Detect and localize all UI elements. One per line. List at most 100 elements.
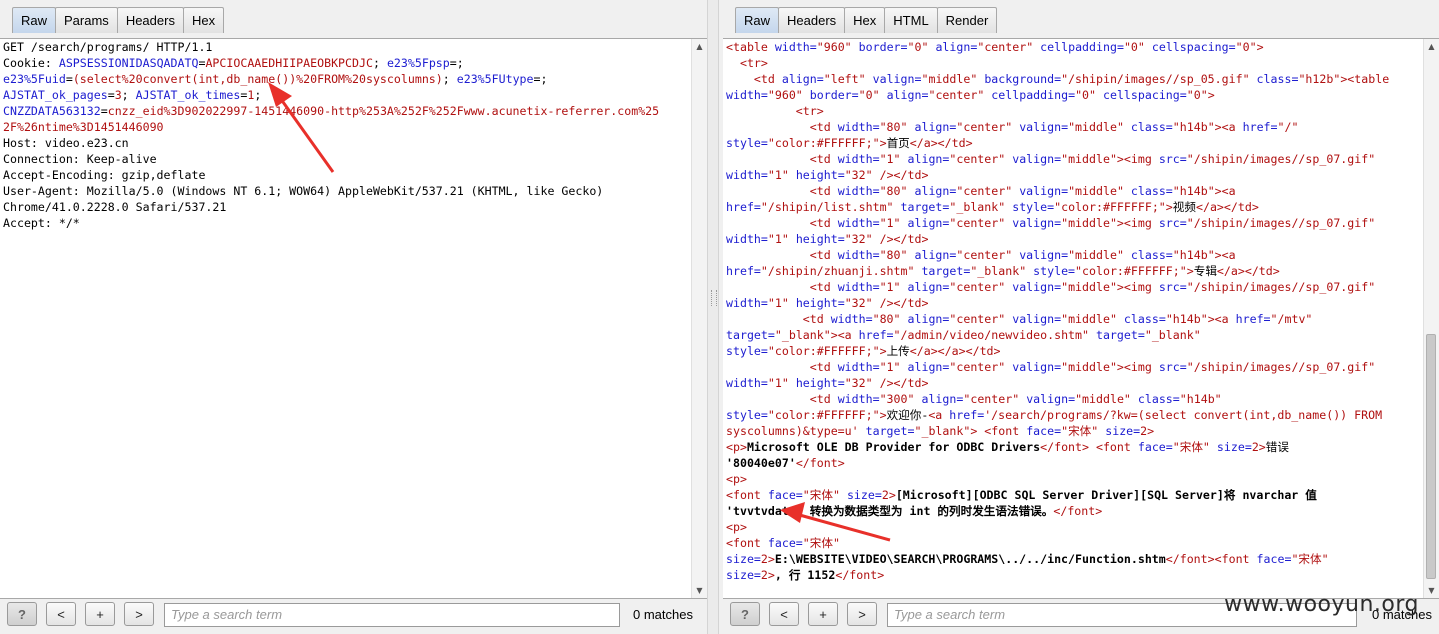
code-token: align= <box>921 392 964 406</box>
code-token: "h14b"><a <box>1172 248 1236 262</box>
response-tab-render[interactable]: Render <box>936 7 998 33</box>
code-token: APCIOCAAEDHIIPAEOBKPCDJC <box>205 56 373 70</box>
request-editor[interactable]: GET /search/programs/ HTTP/1.1 Cookie: AS… <box>0 38 707 599</box>
request-tab-params[interactable]: Params <box>55 7 118 33</box>
response-next-button[interactable]: > <box>847 602 877 626</box>
code-token: "middle"> <box>1061 360 1124 374</box>
response-tab-headers[interactable]: Headers <box>778 7 846 33</box>
code-token: background= <box>984 72 1062 86</box>
code-line: <p> <box>726 519 1423 535</box>
code-token: <td <box>726 152 838 166</box>
request-prev-button[interactable]: < <box>46 602 76 626</box>
code-token: <td <box>726 360 838 374</box>
scroll-down-icon[interactable]: ▼ <box>1424 583 1439 598</box>
splitter-grip-icon[interactable] <box>711 290 717 306</box>
request-tab-headers[interactable]: Headers <box>116 7 184 33</box>
request-tab-hex[interactable]: Hex <box>182 7 225 33</box>
response-scrollbar[interactable]: ▲ ▼ <box>1423 39 1439 598</box>
response-tabs: Raw Headers Hex HTML Render <box>735 7 998 33</box>
code-token: <td <box>726 248 838 262</box>
code-token: <font <box>726 488 768 502</box>
code-token: "h14b" <box>1179 392 1222 406</box>
code-token: valign= <box>1019 248 1069 262</box>
code-line: style="color:#FFFFFF;">首页</a></td> <box>726 135 1423 151</box>
code-token: height= <box>795 296 845 310</box>
code-line: '80040e07'</font> <box>726 455 1423 471</box>
code-token: "center" <box>928 88 992 102</box>
code-token: =; <box>533 72 548 86</box>
response-tab-hex[interactable]: Hex <box>844 7 886 33</box>
response-tab-html[interactable]: HTML <box>884 7 938 33</box>
scroll-up-icon[interactable]: ▲ <box>692 39 707 54</box>
code-token: /></td> <box>879 296 929 310</box>
code-token: <td <box>726 72 782 86</box>
code-line: Chrome/41.0.2228.0 Safari/537.21 <box>3 199 691 215</box>
code-token: </a></td> <box>909 136 973 150</box>
code-token: "middle" <box>1068 248 1131 262</box>
code-token: AJSTAT_ok_pages <box>3 88 108 102</box>
pane-splitter[interactable] <box>707 0 719 634</box>
request-next-button[interactable]: > <box>124 602 154 626</box>
code-token: "/shipin/images//sp_07.gif" <box>1186 280 1376 294</box>
code-token: "0" <box>1075 88 1103 102</box>
code-token: "0" <box>907 40 936 54</box>
code-token: style= <box>1012 200 1055 214</box>
code-token: <font <box>726 536 768 550</box>
code-token: "80" <box>872 312 908 326</box>
scroll-thumb[interactable] <box>1426 334 1436 579</box>
request-tab-raw[interactable]: Raw <box>12 7 57 33</box>
code-token: <img <box>1123 152 1159 166</box>
code-token: href= <box>949 408 985 422</box>
request-help-button[interactable]: ? <box>7 602 37 626</box>
code-token: "0" <box>858 88 887 102</box>
code-token: align= <box>907 360 950 374</box>
code-token: width= <box>726 376 768 390</box>
scroll-down-icon[interactable]: ▼ <box>692 583 707 598</box>
code-token: class= <box>1130 184 1173 198</box>
code-token: 视频 <box>1172 200 1196 214</box>
code-token: "/shipin/zhuanji.shtm" <box>760 264 922 278</box>
code-token: class= <box>1137 392 1180 406</box>
response-prev-button[interactable]: < <box>769 602 799 626</box>
code-token: = <box>100 104 108 118</box>
request-add-button[interactable]: + <box>85 602 115 626</box>
code-token: width= <box>726 296 768 310</box>
code-token: width= <box>837 120 880 134</box>
code-token: Chrome/41.0.2228.0 Safari/537.21 <box>3 200 227 214</box>
code-token: href= <box>1235 312 1271 326</box>
code-token: "32" <box>844 168 880 182</box>
code-token: "middle" <box>1075 392 1138 406</box>
response-help-button[interactable]: ? <box>730 602 760 626</box>
code-token: "1" <box>879 152 908 166</box>
code-line: Connection: Keep-alive <box>3 151 691 167</box>
code-token: valign= <box>1012 280 1062 294</box>
code-line: target="_blank"><a href="/admin/video/ne… <box>726 327 1423 343</box>
code-line: 'tvvtvdata' 转换为数据类型为 int 的列时发生语法错误。</fon… <box>726 503 1423 519</box>
code-token: <td <box>726 280 838 294</box>
code-token: align= <box>907 216 950 230</box>
code-token: size= <box>726 568 761 582</box>
code-token: width= <box>837 360 880 374</box>
response-editor[interactable]: <table width="960" border="0" align="cen… <box>723 38 1439 599</box>
code-line: width="1" height="32" /></td> <box>726 295 1423 311</box>
code-token: = <box>107 88 115 102</box>
code-token: href= <box>1242 120 1278 134</box>
response-add-button[interactable]: + <box>808 602 838 626</box>
request-search-input[interactable]: Type a search term <box>164 603 620 627</box>
code-token: /></td> <box>879 232 929 246</box>
code-token: 2> <box>1251 440 1266 454</box>
code-token: class= <box>1130 120 1173 134</box>
code-token: "middle" <box>1068 184 1131 198</box>
request-scrollbar[interactable]: ▲ ▼ <box>691 39 707 598</box>
response-text[interactable]: <table width="960" border="0" align="cen… <box>726 39 1423 583</box>
response-tab-raw[interactable]: Raw <box>735 7 780 33</box>
request-matches-count: 0 matches <box>633 607 693 622</box>
code-token: "32" <box>844 296 880 310</box>
request-text[interactable]: GET /search/programs/ HTTP/1.1 Cookie: AS… <box>3 39 691 231</box>
code-token: =; <box>449 56 464 70</box>
code-line: 2F%26ntime%3D1451446090 <box>3 119 691 135</box>
code-token: 'tvvtvdata' 转换为数据类型为 int 的列时发生语法错误。 <box>726 504 1054 518</box>
code-token: src= <box>1158 280 1187 294</box>
code-token: "middle"> <box>1061 152 1124 166</box>
scroll-up-icon[interactable]: ▲ <box>1424 39 1439 54</box>
